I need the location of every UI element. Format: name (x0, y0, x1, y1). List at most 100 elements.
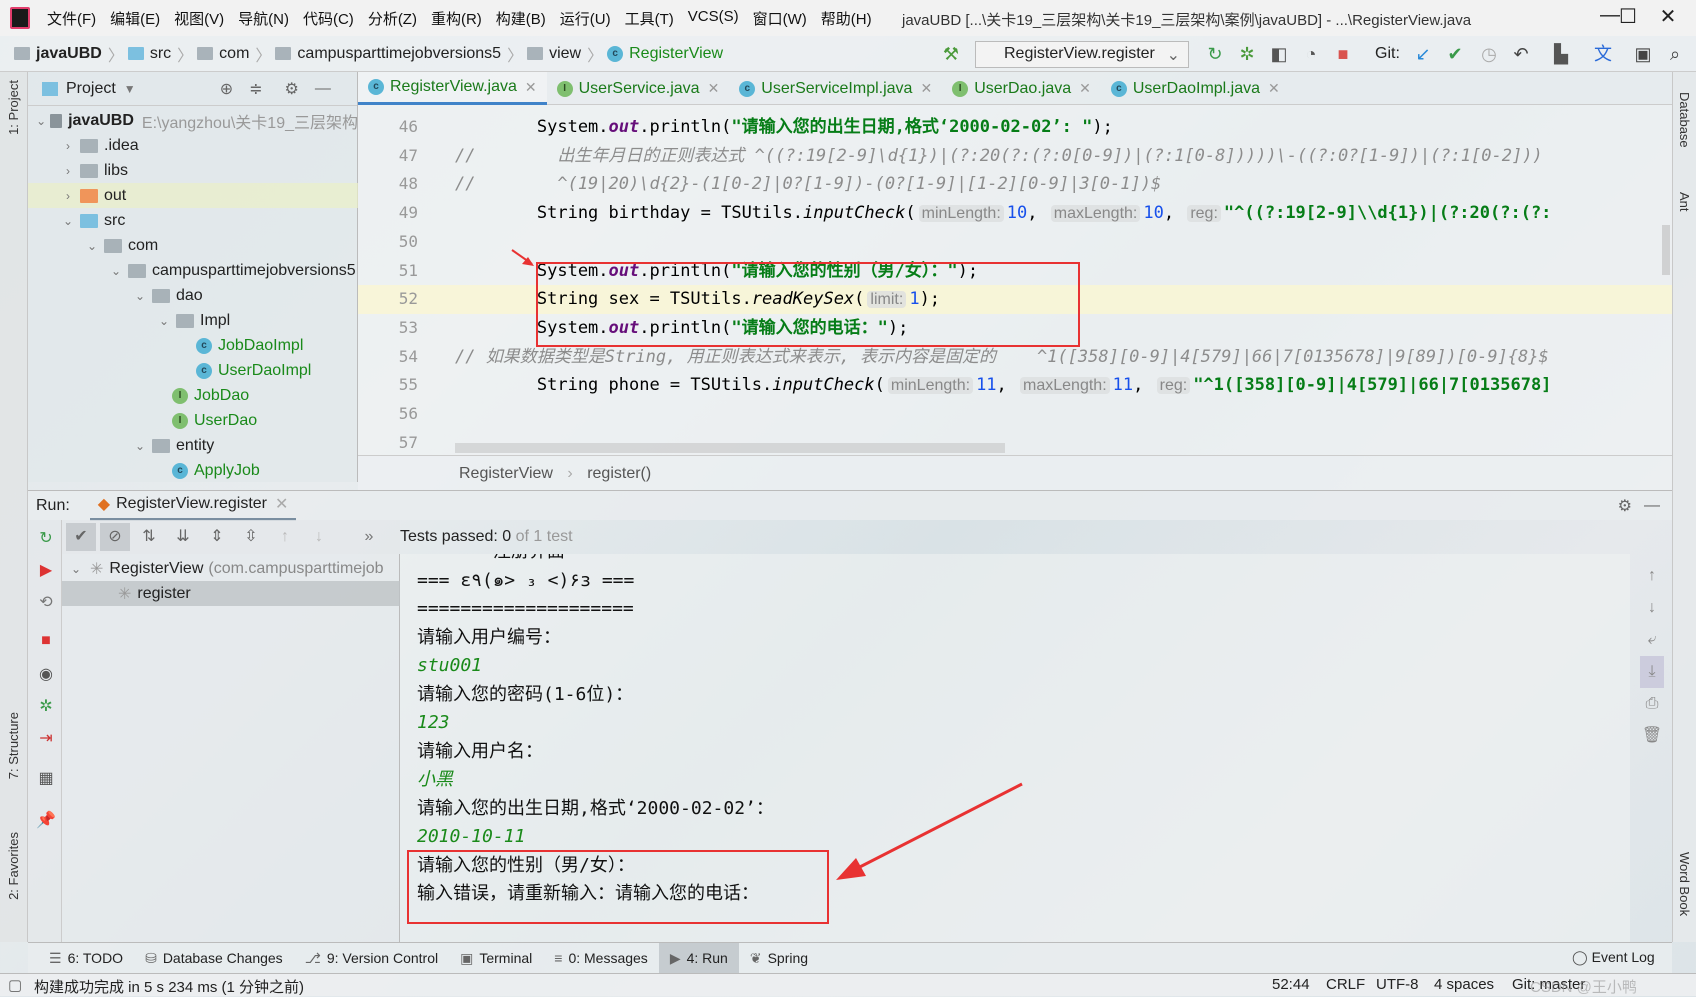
chevron-right-icon[interactable]: › (60, 189, 76, 203)
layout-icon[interactable]: ▦ (36, 768, 56, 788)
collapse-all-icon[interactable]: ⇳ (236, 523, 266, 551)
chevron-down-icon[interactable]: ⌄ (156, 314, 172, 328)
locate-icon[interactable]: ⊕ (220, 79, 233, 99)
code-line[interactable]: // ^(19|20)\d{2}-(1[0-2]|0?[1-9])-(0?[1-… (455, 170, 1161, 199)
next-icon[interactable]: ↓ (304, 523, 334, 551)
editor-vertical-scrollbar[interactable] (1662, 225, 1670, 275)
test-tree-row[interactable]: ⌄ ✳ RegisterView (com.campusparttimejob (62, 556, 400, 581)
breadcrumb-item[interactable]: view 〉 (527, 42, 603, 66)
chevron-down-icon[interactable]: ⌄ (132, 289, 148, 303)
exit-icon[interactable]: ⇥ (36, 728, 56, 748)
stripe-database-tab[interactable]: Database (1677, 92, 1692, 148)
event-log-button[interactable]: ◯ Event Log (1572, 949, 1655, 966)
debug-icon[interactable]: ✲ (36, 696, 56, 716)
bottom-tab[interactable]: ⎇ 9: Version Control (294, 943, 449, 974)
git-commit-check-icon[interactable]: ✔ (1444, 43, 1466, 65)
file-encoding[interactable]: UTF-8 (1376, 976, 1419, 993)
project-tree-item[interactable]: ⌄ src (28, 208, 358, 233)
breadcrumb-item[interactable]: javaUBD 〉 (14, 42, 124, 66)
editor-tab[interactable]: c UserDaoImpl.java ✕ (1101, 72, 1290, 105)
breadcrumb-item[interactable]: c RegisterView (607, 42, 723, 66)
menu-item[interactable]: 代码(C) (296, 8, 361, 29)
bottom-tab[interactable]: ⛁ Database Changes (134, 943, 294, 974)
project-view-select[interactable]: Project (66, 80, 116, 98)
editor-tab[interactable]: I UserService.java ✕ (547, 72, 730, 105)
breadcrumb-item[interactable]: src 〉 (127, 42, 193, 66)
camera-icon[interactable]: ◉ (36, 664, 56, 684)
menu-item[interactable]: 帮助(H) (814, 8, 879, 29)
toggle-panels-icon[interactable]: ▢ (8, 976, 22, 994)
project-tree-item[interactable]: › libs (28, 158, 358, 183)
code-line[interactable]: String phone = TSUtils.inputCheck(minLen… (455, 371, 1552, 400)
project-tree-item[interactable]: › out (28, 183, 358, 208)
chevron-down-icon[interactable]: ⌄ (108, 264, 124, 278)
project-structure-icon[interactable]: ▙ (1550, 43, 1572, 65)
hide-icon[interactable]: — (315, 80, 331, 98)
git-update-icon[interactable]: ↙ (1412, 43, 1434, 65)
bottom-tab[interactable]: ❦ Spring (739, 943, 819, 974)
menu-item[interactable]: 编辑(E) (103, 8, 167, 29)
rerun-icon[interactable]: ↻ (1204, 43, 1226, 65)
project-tree-item[interactable]: ⌄ javaUBD E:\yangzhou\关卡19_三层架构 (28, 108, 358, 133)
line-separator[interactable]: CRLF (1326, 976, 1365, 993)
menu-item[interactable]: 导航(N) (231, 8, 296, 29)
chevron-down-icon[interactable]: ▼ (124, 82, 136, 96)
menu-item[interactable]: 工具(T) (618, 8, 681, 29)
search-icon[interactable]: ⌕ (1664, 43, 1686, 65)
show-ignored-icon[interactable]: ⊘ (100, 523, 130, 551)
scroll-up-icon[interactable]: ↑ (1640, 560, 1664, 592)
presentation-icon[interactable]: ▣ (1632, 43, 1654, 65)
project-tree-item[interactable]: c UserDaoImpl (28, 358, 358, 383)
close-tab-icon[interactable]: ✕ (1268, 80, 1280, 97)
menu-item[interactable]: 视图(V) (167, 8, 231, 29)
project-tree-item[interactable]: ⌄ Impl (28, 308, 358, 333)
bottom-tab[interactable]: ▶ 4: Run (658, 942, 739, 974)
test-tree-row-selected[interactable]: ✳ register (62, 581, 400, 606)
project-tree-item[interactable]: I UserDao (28, 408, 358, 433)
editor-horizontal-scrollbar[interactable] (455, 443, 1005, 453)
project-tree-item[interactable]: c ApplyJob (28, 458, 358, 483)
chevron-down-icon[interactable]: ⌄ (36, 114, 46, 128)
git-history-clock-icon[interactable]: ◷ (1478, 43, 1500, 65)
indent-setting[interactable]: 4 spaces (1434, 976, 1494, 993)
breadcrumb-item[interactable]: com 〉 (197, 42, 271, 66)
gear-icon[interactable]: ⚙ (1618, 496, 1632, 516)
project-tree-item[interactable]: › .idea (28, 133, 358, 158)
stripe-project-tab[interactable]: 1: Project (6, 80, 21, 135)
stripe-ant-tab[interactable]: Ant (1677, 192, 1692, 212)
menu-item[interactable]: 文件(F) (40, 8, 103, 29)
rerun-failed-icon[interactable]: ▶ (36, 560, 56, 580)
stop-icon[interactable]: ■ (1332, 43, 1354, 65)
breadcrumb-item[interactable]: campusparttimejobversions5 〉 (275, 42, 523, 66)
menu-item[interactable]: 分析(Z) (361, 8, 424, 29)
scroll-to-end-icon[interactable]: ⤓ (1640, 656, 1664, 688)
project-tree-item[interactable]: ⌄ campusparttimejobversions5 (28, 258, 358, 283)
menu-item[interactable]: 构建(B) (489, 8, 553, 29)
code-line[interactable]: System.out.println("请输入您的出生日期,格式‘2000-02… (455, 113, 1113, 142)
project-tree-item[interactable]: ⌄ com (28, 233, 358, 258)
project-tree-item[interactable]: ⌄ entity (28, 433, 358, 458)
print-icon[interactable]: ⎙ (1640, 688, 1664, 720)
stop-icon[interactable]: ■ (36, 632, 56, 652)
profile-icon[interactable]: ◔ (1300, 43, 1322, 65)
pin-icon[interactable]: 📌 (36, 810, 56, 830)
debug-bug-icon[interactable]: ✲ (1236, 43, 1258, 65)
bottom-tab[interactable]: ▣ Terminal (449, 943, 543, 974)
bottom-tab[interactable]: ☰ 6: TODO (38, 943, 134, 974)
code-line[interactable]: String birthday = TSUtils.inputCheck(min… (455, 199, 1552, 228)
translate-icon[interactable]: 文 (1592, 43, 1614, 65)
project-tree-item[interactable]: I JobDao (28, 383, 358, 408)
toggle-auto-test-icon[interactable]: ⟲ (36, 592, 56, 612)
close-icon[interactable]: ✕ (275, 494, 288, 514)
chevron-down-icon[interactable]: ⌄ (84, 239, 100, 253)
rerun-icon[interactable]: ↻ (36, 528, 56, 548)
menu-item[interactable]: VCS(S) (681, 8, 746, 29)
stripe-wordbook-tab[interactable]: Word Book (1677, 852, 1692, 916)
status-message[interactable]: 构建成功完成 in 5 s 234 ms (1 分钟之前) (34, 976, 304, 997)
soft-wrap-icon[interactable]: ⤶ (1640, 624, 1664, 656)
gear-icon[interactable]: ⚙ (285, 79, 299, 99)
sort-alpha-icon[interactable]: ⇅ (134, 523, 164, 551)
editor-tab[interactable]: c UserServiceImpl.java ✕ (729, 72, 942, 105)
menu-item[interactable]: 重构(R) (424, 8, 489, 29)
close-button[interactable]: ✕ (1648, 4, 1688, 32)
